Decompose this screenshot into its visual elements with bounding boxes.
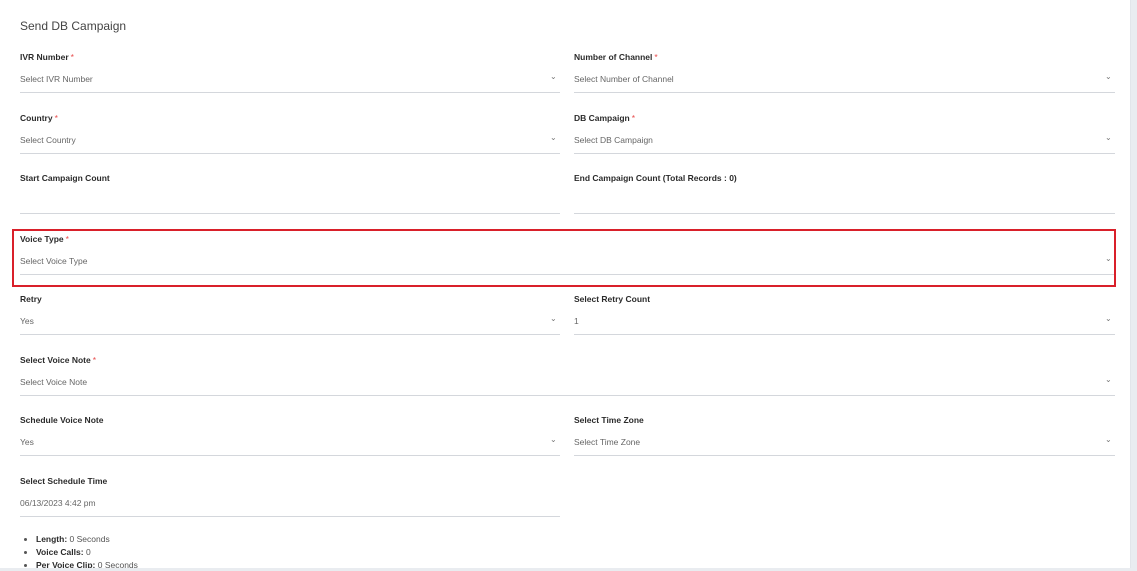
chevron-down-icon: ⌄ <box>1105 314 1112 323</box>
voice-type-value: Select Voice Type <box>20 256 88 266</box>
required-marker: * <box>70 52 74 62</box>
stat-value: 0 <box>85 547 91 557</box>
db-campaign-select[interactable]: Select DB Campaign ⌄ <box>574 131 1115 154</box>
stat-voice-calls: Voice Calls: 0 <box>36 546 138 559</box>
end-campaign-count-label: End Campaign Count (Total Records : 0) <box>574 173 737 183</box>
chevron-down-icon: ⌄ <box>550 133 557 142</box>
required-marker: * <box>92 355 97 365</box>
chevron-down-icon: ⌄ <box>1105 72 1112 81</box>
retry-field: Retry Yes ⌄ <box>20 294 560 352</box>
required-marker: * <box>654 52 658 62</box>
voice-type-field: Voice Type * Select Voice Type ⌄ <box>20 234 1115 292</box>
page-title: Send DB Campaign <box>20 19 127 33</box>
chevron-down-icon: ⌄ <box>1105 435 1112 444</box>
number-of-channel-select[interactable]: Select Number of Channel ⌄ <box>574 70 1115 93</box>
retry-count-value: 1 <box>574 316 579 326</box>
voice-note-field: Select Voice Note * Select Voice Note ⌄ <box>20 355 1115 413</box>
country-select[interactable]: Select Country ⌄ <box>20 131 560 154</box>
ivr-number-label: IVR Number * <box>20 52 74 62</box>
time-zone-label: Select Time Zone <box>574 415 644 425</box>
end-campaign-count-field: End Campaign Count (Total Records : 0) <box>574 173 1115 231</box>
stat-label: Voice Calls: <box>36 547 84 557</box>
required-marker: * <box>631 113 636 123</box>
time-zone-value: Select Time Zone <box>574 437 641 447</box>
schedule-time-input[interactable]: 06/13/2023 4:42 pm <box>20 494 560 517</box>
stat-length: Length: 0 Seconds <box>36 533 138 546</box>
ivr-number-select[interactable]: Select IVR Number ⌄ <box>20 70 560 93</box>
voice-type-select[interactable]: Select Voice Type ⌄ <box>20 252 1115 275</box>
schedule-time-label: Select Schedule Time <box>20 476 108 486</box>
retry-count-select[interactable]: 1 ⌄ <box>574 312 1115 335</box>
country-field: Country * Select Country ⌄ <box>20 113 560 171</box>
voice-note-label: Select Voice Note * <box>20 355 97 365</box>
schedule-time-value: 06/13/2023 4:42 pm <box>20 498 96 508</box>
time-zone-field: Select Time Zone Select Time Zone ⌄ <box>574 415 1115 473</box>
ivr-number-value: Select IVR Number <box>20 74 93 84</box>
stat-per-voice-clip: Per Voice Clip: 0 Seconds <box>36 559 138 568</box>
voice-type-label: Voice Type * <box>20 234 69 244</box>
db-campaign-value: Select DB Campaign <box>574 135 653 145</box>
chevron-down-icon: ⌄ <box>1105 375 1112 384</box>
chevron-down-icon: ⌄ <box>1105 254 1112 263</box>
retry-select[interactable]: Yes ⌄ <box>20 312 560 335</box>
number-of-channel-value: Select Number of Channel <box>574 74 674 84</box>
voice-stats-list: Length: 0 Seconds Voice Calls: 0 Per Voi… <box>20 533 138 568</box>
retry-label: Retry <box>20 294 42 304</box>
country-value: Select Country <box>20 135 76 145</box>
ivr-number-field: IVR Number * Select IVR Number ⌄ <box>20 52 560 110</box>
schedule-voice-note-value: Yes <box>20 437 34 447</box>
retry-value: Yes <box>20 316 34 326</box>
chevron-down-icon: ⌄ <box>1105 133 1112 142</box>
retry-count-field: Select Retry Count 1 ⌄ <box>574 294 1115 352</box>
stat-value: 0 Seconds <box>97 560 138 568</box>
time-zone-select[interactable]: Select Time Zone ⌄ <box>574 433 1115 456</box>
chevron-down-icon: ⌄ <box>550 435 557 444</box>
stat-value: 0 Seconds <box>69 534 110 544</box>
db-campaign-label: DB Campaign * <box>574 113 636 123</box>
required-marker: * <box>54 113 58 123</box>
db-campaign-field: DB Campaign * Select DB Campaign ⌄ <box>574 113 1115 171</box>
voice-note-value: Select Voice Note <box>20 377 88 387</box>
voice-note-select[interactable]: Select Voice Note ⌄ <box>20 373 1115 396</box>
number-of-channel-field: Number of Channel * Select Number of Chan… <box>574 52 1115 110</box>
start-campaign-count-label: Start Campaign Count <box>20 173 110 183</box>
chevron-down-icon: ⌄ <box>550 72 557 81</box>
stat-label: Length: <box>36 534 68 544</box>
schedule-voice-note-select[interactable]: Yes ⌄ <box>20 433 560 456</box>
country-label: Country * <box>20 113 58 123</box>
start-campaign-count-field: Start Campaign Count <box>20 173 560 231</box>
retry-count-label: Select Retry Count <box>574 294 651 304</box>
end-campaign-count-input[interactable] <box>574 191 1115 214</box>
schedule-voice-note-field: Schedule Voice Note Yes ⌄ <box>20 415 560 473</box>
send-db-campaign-card: Send DB Campaign IVR Number * Select IVR … <box>0 0 1131 568</box>
required-marker: * <box>65 234 69 244</box>
stat-label: Per Voice Clip: <box>36 560 96 568</box>
schedule-voice-note-label: Schedule Voice Note <box>20 415 104 425</box>
schedule-time-field: Select Schedule Time 06/13/2023 4:42 pm <box>20 476 560 534</box>
number-of-channel-label: Number of Channel * <box>574 52 658 62</box>
start-campaign-count-input[interactable] <box>20 191 560 214</box>
chevron-down-icon: ⌄ <box>550 314 557 323</box>
